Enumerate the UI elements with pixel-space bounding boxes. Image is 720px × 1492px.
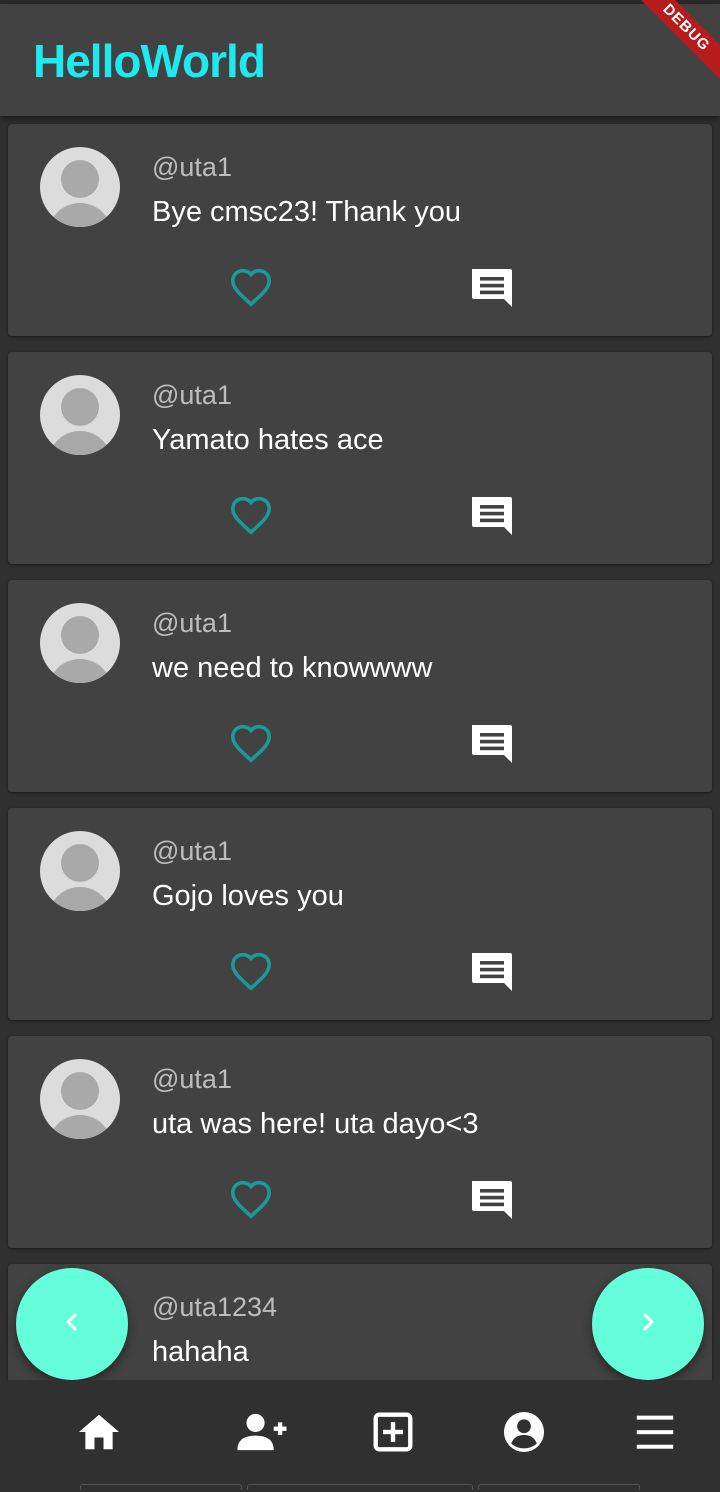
- post-username: @uta1: [152, 608, 232, 638]
- nav-indicator-lines: [0, 1484, 720, 1492]
- post-text: hahaha: [152, 1336, 249, 1368]
- post-username: @uta1: [152, 1064, 232, 1094]
- post-text: uta was here! uta dayo<3: [152, 1108, 479, 1140]
- avatar: [40, 375, 120, 455]
- post-card: @uta1 Gojo loves you: [8, 808, 712, 1020]
- debug-banner: DEBUG: [640, 0, 720, 80]
- menu-icon: [635, 1412, 675, 1457]
- post-text: we need to knowwww: [152, 652, 433, 684]
- nav-create-post[interactable]: [369, 1410, 417, 1458]
- comment-icon[interactable]: [470, 495, 516, 537]
- comment-icon[interactable]: [470, 1179, 516, 1221]
- heart-outline-icon[interactable]: [229, 723, 273, 763]
- person-add-icon: [235, 1412, 287, 1457]
- avatar: [40, 603, 120, 683]
- post-feed[interactable]: @uta1 Bye cmsc23! Thank you @uta1 Yamato…: [0, 116, 720, 1380]
- nav-add-friend[interactable]: [235, 1410, 287, 1458]
- post-text: Gojo loves you: [152, 880, 344, 912]
- heart-outline-icon[interactable]: [229, 267, 273, 307]
- app-title: HelloWorld: [33, 35, 266, 87]
- post-username: @uta1234: [152, 1292, 278, 1322]
- nav-menu[interactable]: [631, 1410, 679, 1458]
- post-text: Bye cmsc23! Thank you: [152, 196, 461, 228]
- post-username: @uta1: [152, 152, 232, 182]
- next-page-button[interactable]: [592, 1268, 704, 1380]
- chevron-left-icon: [60, 1310, 84, 1339]
- nav-home[interactable]: [75, 1410, 123, 1458]
- post-text: Yamato hates ace: [152, 424, 384, 456]
- previous-page-button[interactable]: [16, 1268, 128, 1380]
- post-card: @uta1 Bye cmsc23! Thank you: [8, 124, 712, 336]
- comment-icon[interactable]: [470, 951, 516, 993]
- post-card: @uta1 Yamato hates ace: [8, 352, 712, 564]
- debug-banner-label: DEBUG: [640, 0, 720, 80]
- add-box-icon: [373, 1412, 413, 1457]
- account-circle-icon: [503, 1411, 545, 1458]
- app-bar: HelloWorld: [0, 4, 720, 116]
- avatar: [40, 831, 120, 911]
- home-icon: [77, 1412, 121, 1457]
- post-card: @uta1 uta was here! uta dayo<3: [8, 1036, 712, 1248]
- heart-outline-icon[interactable]: [229, 951, 273, 991]
- nav-profile[interactable]: [500, 1410, 548, 1458]
- avatar: [40, 1059, 120, 1139]
- comment-icon[interactable]: [470, 723, 516, 765]
- comment-icon[interactable]: [470, 267, 516, 309]
- heart-outline-icon[interactable]: [229, 495, 273, 535]
- chevron-right-icon: [636, 1310, 660, 1339]
- post-username: @uta1: [152, 836, 232, 866]
- bottom-navigation: [0, 1380, 720, 1492]
- heart-outline-icon[interactable]: [229, 1179, 273, 1219]
- post-card: @uta1 we need to knowwww: [8, 580, 712, 792]
- avatar: [40, 147, 120, 227]
- post-username: @uta1: [152, 380, 232, 410]
